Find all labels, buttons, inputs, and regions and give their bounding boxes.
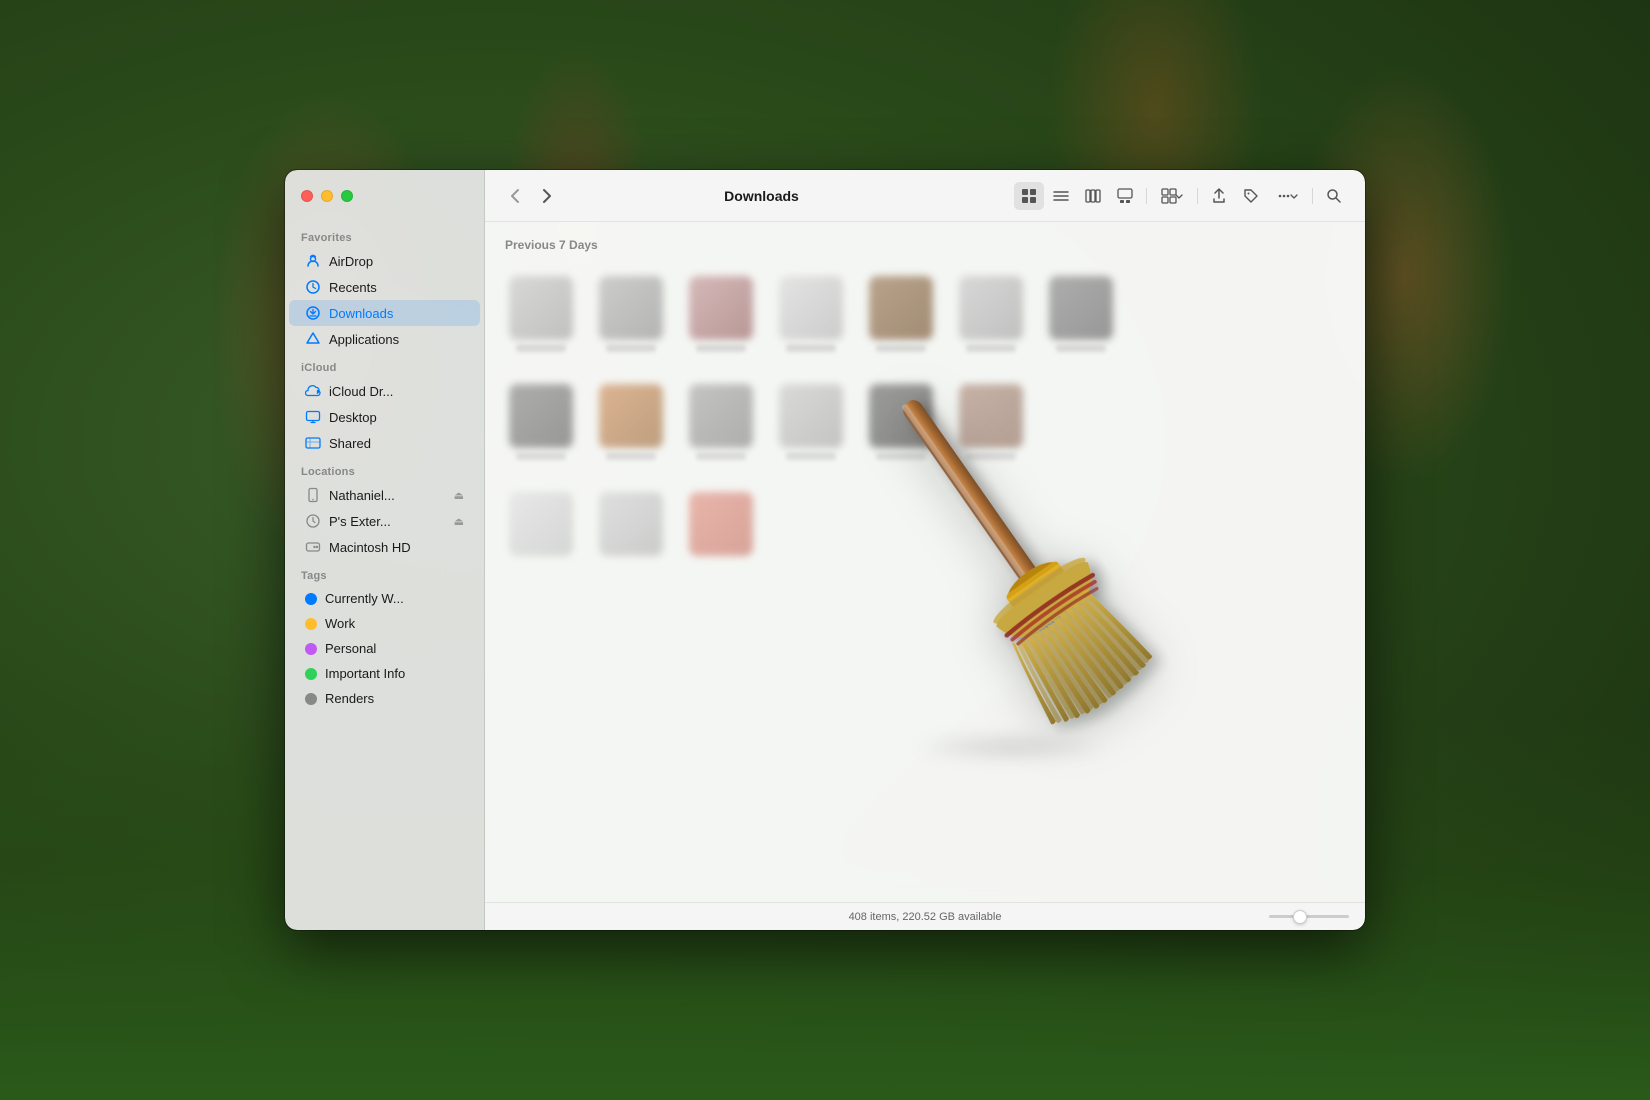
section-header: Previous 7 Days <box>501 238 1349 252</box>
sidebar-item-currently-working-label: Currently W... <box>325 591 404 606</box>
more-button[interactable] <box>1268 182 1306 210</box>
sidebar-item-airdrop-label: AirDrop <box>329 254 373 269</box>
sidebar-item-personal[interactable]: Personal <box>289 636 480 661</box>
recents-icon <box>305 279 321 295</box>
view-column-button[interactable] <box>1078 182 1108 210</box>
sidebar-item-ps-external-label: P's Exter... <box>329 514 391 529</box>
important-info-dot <box>305 668 317 680</box>
group-by-button[interactable] <box>1153 182 1191 210</box>
eject-ps-icon[interactable]: ⏏ <box>454 515 464 528</box>
sidebar-item-nathaniel[interactable]: Nathaniel... ⏏ <box>289 482 480 508</box>
view-separator-2 <box>1197 188 1198 204</box>
sidebar: Favorites AirDrop Recents <box>285 170 485 930</box>
device-icon <box>305 487 321 503</box>
shared-icon <box>305 435 321 451</box>
files-row-1 <box>501 264 1349 364</box>
personal-dot <box>305 643 317 655</box>
sidebar-item-important-info-label: Important Info <box>325 666 405 681</box>
file-area[interactable]: Previous 7 Days <box>485 222 1365 902</box>
share-button[interactable] <box>1204 182 1234 210</box>
sidebar-item-personal-label: Personal <box>325 641 376 656</box>
view-list-button[interactable] <box>1046 182 1076 210</box>
downloads-icon <box>305 305 321 321</box>
applications-icon <box>305 331 321 347</box>
status-bar: 408 items, 220.52 GB available <box>485 902 1365 930</box>
zoom-slider[interactable] <box>1269 915 1349 918</box>
minimize-button[interactable] <box>321 190 333 202</box>
sidebar-item-icloud-drive[interactable]: iCloud Dr... <box>289 378 480 404</box>
view-separator-3 <box>1312 188 1313 204</box>
sidebar-item-applications-label: Applications <box>329 332 399 347</box>
sidebar-item-renders-label: Renders <box>325 691 374 706</box>
sidebar-item-airdrop[interactable]: AirDrop <box>289 248 480 274</box>
finder-window: Favorites AirDrop Recents <box>285 170 1365 930</box>
sidebar-item-macintosh-hd-label: Macintosh HD <box>329 540 411 555</box>
sidebar-item-macintosh-hd[interactable]: Macintosh HD <box>289 534 480 560</box>
sidebar-item-recents-label: Recents <box>329 280 377 295</box>
sidebar-item-downloads-label: Downloads <box>329 306 393 321</box>
sidebar-item-currently-working[interactable]: Currently W... <box>289 586 480 611</box>
renders-dot <box>305 693 317 705</box>
broom-shadow <box>909 732 1109 762</box>
tags-label: Tags <box>285 560 484 586</box>
slider-thumb[interactable] <box>1293 910 1307 924</box>
toolbar-title: Downloads <box>517 188 1006 204</box>
sidebar-item-work-label: Work <box>325 616 355 631</box>
sidebar-item-work[interactable]: Work <box>289 611 480 636</box>
tag-button[interactable] <box>1236 182 1266 210</box>
sidebar-item-desktop-label: Desktop <box>329 410 377 425</box>
main-content: Downloads <box>485 170 1365 930</box>
slider-track <box>1269 915 1349 918</box>
locations-label: Locations <box>285 456 484 482</box>
sidebar-item-shared-label: Shared <box>329 436 371 451</box>
harddrive-icon <box>305 539 321 555</box>
work-dot <box>305 618 317 630</box>
sidebar-item-icloud-label: iCloud Dr... <box>329 384 393 399</box>
desktop-icon <box>305 409 321 425</box>
files-row-3 <box>501 480 1349 568</box>
currently-working-dot <box>305 593 317 605</box>
view-gallery-button[interactable] <box>1110 182 1140 210</box>
sidebar-item-desktop[interactable]: Desktop <box>289 404 480 430</box>
sidebar-item-ps-external[interactable]: P's Exter... ⏏ <box>289 508 480 534</box>
sidebar-item-downloads[interactable]: Downloads <box>289 300 480 326</box>
sidebar-item-renders[interactable]: Renders <box>289 686 480 711</box>
icloud-drive-icon <box>305 383 321 399</box>
sidebar-item-important-info[interactable]: Important Info <box>289 661 480 686</box>
view-icon-button[interactable] <box>1014 182 1044 210</box>
search-button[interactable] <box>1319 182 1349 210</box>
clock-drive-icon <box>305 513 321 529</box>
files-row-2 <box>501 372 1349 472</box>
maximize-button[interactable] <box>341 190 353 202</box>
status-text: 408 items, 220.52 GB available <box>849 911 1002 923</box>
traffic-lights-area <box>285 170 484 222</box>
favorites-label: Favorites <box>285 222 484 248</box>
icloud-label: iCloud <box>285 352 484 378</box>
toolbar: Downloads <box>485 170 1365 222</box>
close-button[interactable] <box>301 190 313 202</box>
airdrop-icon <box>305 253 321 269</box>
view-separator-1 <box>1146 188 1147 204</box>
toolbar-right <box>1014 182 1349 210</box>
eject-nathaniel-icon[interactable]: ⏏ <box>454 489 464 502</box>
sidebar-item-nathaniel-label: Nathaniel... <box>329 488 395 503</box>
sidebar-item-shared[interactable]: Shared <box>289 430 480 456</box>
sidebar-item-applications[interactable]: Applications <box>289 326 480 352</box>
sidebar-item-recents[interactable]: Recents <box>289 274 480 300</box>
